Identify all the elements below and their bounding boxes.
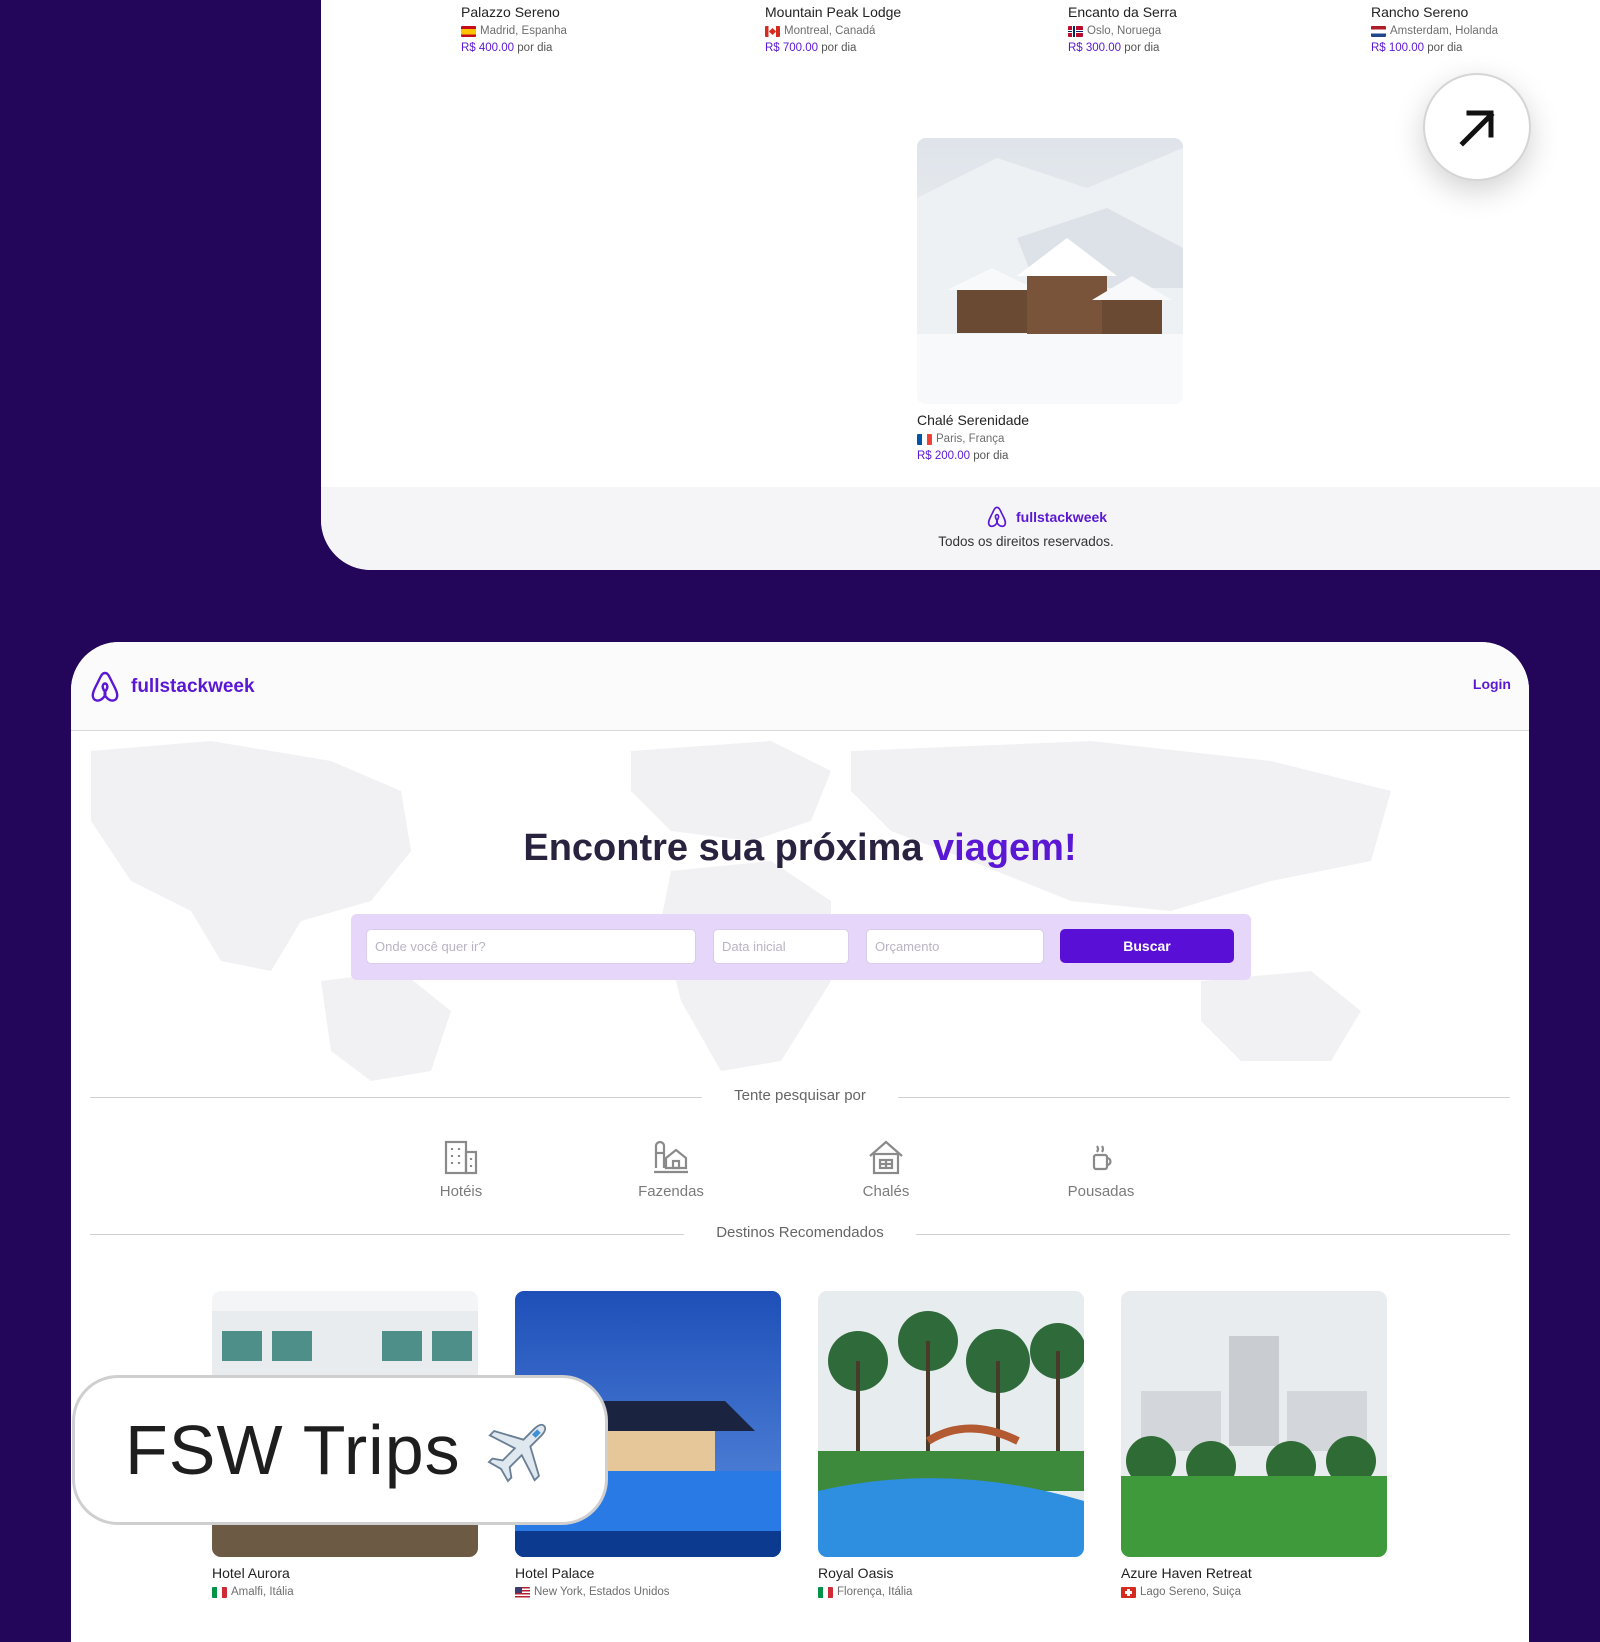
norway-flag-icon (1068, 25, 1083, 37)
spain-flag-icon (461, 25, 476, 37)
hero-title-accent: viagem! (933, 827, 1077, 869)
inn-icon (1092, 1145, 1112, 1171)
stay-name: Encanto da Serra (1068, 4, 1177, 20)
budget-input[interactable] (866, 929, 1044, 964)
brand-logo[interactable]: fullstackweek (89, 670, 255, 704)
airbnb-logo-icon (91, 671, 119, 702)
destination-location: New York, Estados Unidos (534, 1586, 670, 1598)
stay-location: Oslo, Noruega (1087, 25, 1162, 37)
category-label: Chalés (862, 1183, 910, 1200)
stay-price: R$ 100.00 (1371, 42, 1425, 54)
stay-location: Montreal, Canadá (784, 25, 876, 37)
stay-card[interactable]: Palazzo Sereno Madrid, Espanha R$ 400.00… (461, 0, 727, 54)
farm-icon (654, 1140, 688, 1174)
destination-name: Hotel Palace (515, 1565, 595, 1581)
app-title: FSW Trips (125, 1411, 461, 1489)
start-date-input[interactable] (713, 929, 849, 964)
netherlands-flag-icon (1371, 25, 1386, 37)
stay-card[interactable]: Encanto da Serra Oslo, Noruega R$ 300.00… (1068, 0, 1334, 54)
destination-card[interactable]: Royal Oasis Florença, Itália (818, 1291, 1084, 1598)
destination-card[interactable]: Azure Haven Retreat Lago Sereno, Suiça (1121, 1291, 1387, 1598)
footer (321, 487, 1600, 570)
chalet-icon (869, 1140, 903, 1175)
usa-flag-icon (515, 1586, 530, 1598)
search-button[interactable]: Buscar (1060, 929, 1234, 963)
stay-card[interactable]: Chalé Serenidade Paris, França R$ 200.00… (917, 138, 1183, 462)
search-bar: Buscar (351, 914, 1251, 980)
recommended-heading: Destinos Recomendados (716, 1224, 884, 1241)
stay-location: Paris, França (936, 433, 1005, 445)
suggestions-heading: Tente pesquisar por (734, 1087, 866, 1104)
price-unit: por dia (973, 450, 1009, 462)
destination-image[interactable] (1121, 1291, 1387, 1557)
open-link-button[interactable] (1423, 73, 1531, 181)
hotel-icon (444, 1140, 478, 1175)
category-chalets[interactable]: Chalés (826, 1138, 946, 1200)
destination-input[interactable] (366, 929, 696, 964)
recommended-divider: Destinos Recomendados (90, 1224, 1510, 1244)
price-unit: por dia (1427, 42, 1463, 54)
hero-title: Encontre sua próxima viagem! (523, 827, 1077, 869)
stay-name: Rancho Sereno (1371, 4, 1469, 20)
stay-location: Madrid, Espanha (480, 25, 567, 37)
suggestions-divider: Tente pesquisar por (90, 1087, 1510, 1107)
destination-name: Royal Oasis (818, 1565, 894, 1581)
category-label: Hotéis (439, 1183, 483, 1200)
category-hotels[interactable]: Hotéis (401, 1138, 521, 1200)
france-flag-icon (917, 433, 932, 445)
destination-location: Lago Sereno, Suiça (1140, 1586, 1242, 1598)
destination-location: Florença, Itália (837, 1586, 913, 1598)
italy-flag-icon (212, 1586, 227, 1598)
stay-card[interactable]: Mountain Peak Lodge Montreal, Canadá R$ … (765, 0, 1031, 54)
app-title-badge: FSW Trips (72, 1375, 608, 1525)
destination-location: Amalfi, Itália (231, 1586, 294, 1598)
listing-page-panel: Palazzo Sereno Madrid, Espanha R$ 400.00… (321, 0, 1600, 570)
price-unit: por dia (517, 42, 553, 54)
stay-price: R$ 300.00 (1068, 42, 1122, 54)
header: fullstackweek Login (71, 642, 1529, 731)
stay-image[interactable] (917, 138, 1183, 404)
stay-price: R$ 200.00 (917, 450, 971, 462)
brand-name: fullstackweek (131, 676, 255, 697)
stay-name: Chalé Serenidade (917, 412, 1030, 428)
italy-flag-icon (818, 1586, 833, 1598)
category-farms[interactable]: Fazendas (611, 1138, 731, 1200)
destination-name: Hotel Aurora (212, 1565, 290, 1581)
category-inns[interactable]: Pousadas (1041, 1138, 1161, 1200)
world-map-background (91, 741, 1391, 1081)
stay-price: R$ 700.00 (765, 42, 819, 54)
stay-location: Amsterdam, Holanda (1390, 25, 1499, 37)
login-button[interactable]: Login (1473, 676, 1511, 692)
price-unit: por dia (821, 42, 857, 54)
airplane-icon (487, 1423, 546, 1483)
switzerland-flag-icon (1121, 1586, 1136, 1598)
canada-flag-icon (765, 25, 780, 37)
price-unit: por dia (1124, 42, 1160, 54)
category-label: Fazendas (638, 1183, 704, 1200)
stay-price: R$ 400.00 (461, 42, 515, 54)
stay-name: Palazzo Sereno (461, 4, 560, 20)
category-label: Pousadas (1067, 1183, 1135, 1200)
stay-card[interactable]: Rancho Sereno Amsterdam, Holanda R$ 100.… (1371, 0, 1600, 54)
destination-name: Azure Haven Retreat (1121, 1565, 1252, 1581)
destination-image[interactable] (818, 1291, 1084, 1557)
footer-brand[interactable]: fullstackweek (986, 505, 1107, 529)
stay-name: Mountain Peak Lodge (765, 4, 902, 20)
arrow-up-right-icon (1459, 110, 1495, 147)
airbnb-logo-icon (987, 506, 1007, 528)
footer-rights: Todos os direitos reservados. (938, 534, 1114, 549)
